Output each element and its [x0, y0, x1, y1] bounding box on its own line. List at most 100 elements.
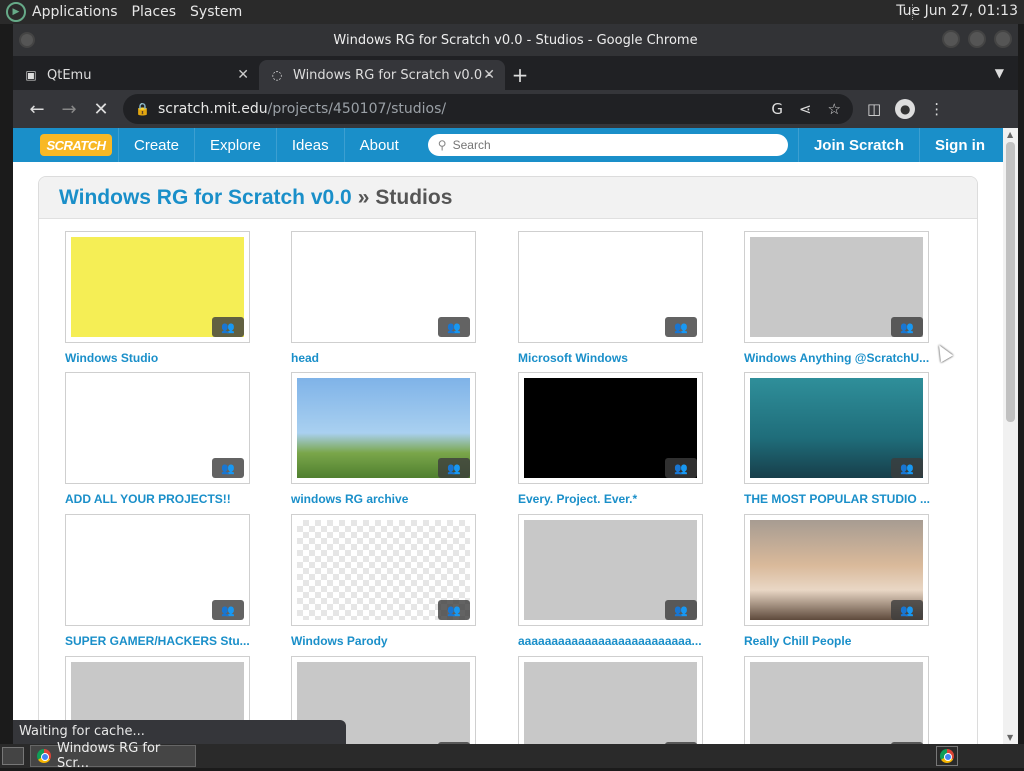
studio-card[interactable]: 👥 Windows Studio — [65, 231, 255, 371]
studio-title[interactable]: Really Chill People — [744, 634, 934, 648]
studio-card[interactable]: 👥 ADD ALL YOUR PROJECTS!! — [65, 372, 255, 512]
search-input[interactable] — [452, 138, 753, 152]
side-panel-icon[interactable]: ◫ — [867, 100, 881, 118]
project-link[interactable]: Windows RG for Scratch v0.0 — [59, 186, 352, 210]
group-icon: 👥 — [438, 600, 470, 620]
minimize-button[interactable] — [942, 30, 960, 48]
monitor-icon: ▣ — [25, 68, 37, 82]
group-icon: 👥 — [212, 600, 244, 620]
group-icon: 👥 — [891, 600, 923, 620]
studio-title[interactable]: Every. Project. Ever.* — [518, 492, 708, 506]
studio-thumbnail[interactable]: 👥 — [744, 656, 929, 744]
studio-thumbnail[interactable]: 👥 — [744, 514, 929, 626]
studio-card[interactable]: 👥 — [518, 656, 708, 744]
window-menu-button[interactable] — [19, 32, 35, 48]
studio-card[interactable]: 👥 windows RG archive — [291, 372, 481, 512]
studio-title[interactable]: Windows Anything @ScratchU... — [744, 351, 934, 365]
stop-loading-icon[interactable]: ✕ — [85, 99, 117, 120]
studio-card[interactable]: 👥 Windows Anything @ScratchU... — [744, 231, 934, 371]
studio-title[interactable]: THE MOST POPULAR STUDIO ... — [744, 492, 934, 506]
new-tab-button[interactable]: + — [505, 60, 535, 90]
window-titlebar[interactable]: Windows RG for Scratch v0.0 - Studios - … — [13, 24, 1018, 56]
tab-scratch-studios[interactable]: ◌ Windows RG for Scratch v0.0 - ✕ — [259, 60, 505, 90]
studio-title[interactable]: Windows Parody — [291, 634, 481, 648]
studio-title[interactable]: ADD ALL YOUR PROJECTS!! — [65, 492, 255, 506]
tab-label: QtEmu — [47, 67, 92, 83]
studio-title[interactable]: Windows Studio — [65, 351, 255, 365]
studio-thumbnail[interactable]: 👥 — [518, 656, 703, 744]
studio-title[interactable]: SUPER GAMER/HACKERS Stu... — [65, 634, 255, 648]
studio-thumbnail[interactable]: 👥 — [291, 514, 476, 626]
search-box[interactable]: ⚲ — [427, 134, 788, 156]
studio-thumbnail[interactable]: 👥 — [65, 514, 250, 626]
scroll-up-icon[interactable]: ▲ — [1007, 130, 1013, 139]
studio-card[interactable]: 👥 head — [291, 231, 481, 371]
studio-thumbnail-image — [524, 662, 697, 744]
tab-search-chevron-icon[interactable]: ▼ — [995, 66, 1004, 80]
tab-close-icon[interactable]: ✕ — [483, 67, 495, 83]
sign-in-button[interactable]: Sign in — [919, 128, 1000, 162]
studio-card[interactable]: 👥 Microsoft Windows — [518, 231, 708, 371]
nav-about[interactable]: About — [343, 128, 414, 162]
studio-thumbnail[interactable]: 👥 — [518, 514, 703, 626]
studio-card[interactable]: 👥 THE MOST POPULAR STUDIO ... — [744, 372, 934, 512]
nav-create[interactable]: Create — [118, 128, 194, 162]
scroll-down-icon[interactable]: ▼ — [1007, 733, 1013, 742]
nav-ideas[interactable]: Ideas — [275, 128, 344, 162]
studio-thumbnail[interactable]: 👥 — [291, 372, 476, 484]
clock[interactable]: Tue Jun 27, 01:13 — [896, 3, 1018, 19]
group-icon: 👥 — [212, 317, 244, 337]
browser-toolbar: ← → ✕ 🔒 scratch.mit.edu /projects/450107… — [13, 90, 1018, 128]
nav-account: Join Scratch Sign in — [797, 128, 1000, 162]
page-title: Windows RG for Scratch v0.0 » Studios — [39, 177, 977, 219]
search-icon: ⚲ — [437, 138, 447, 152]
tray-chrome-icon[interactable] — [936, 746, 958, 766]
menu-system[interactable]: System — [190, 4, 242, 20]
google-lens-icon[interactable]: G — [771, 100, 783, 118]
studio-title[interactable]: Microsoft Windows — [518, 351, 708, 365]
studio-thumbnail[interactable]: 👥 — [65, 372, 250, 484]
studio-thumbnail[interactable]: 👥 — [291, 231, 476, 343]
close-window-button[interactable] — [994, 30, 1012, 48]
bookmark-star-icon[interactable]: ☆ — [828, 100, 841, 118]
studio-title[interactable]: head — [291, 351, 481, 365]
page-content: Windows RG for Scratch v0.0 » Studios 👥 W… — [13, 162, 1003, 744]
studio-card[interactable]: 👥 — [744, 656, 934, 744]
studio-thumbnail[interactable]: 👥 — [65, 231, 250, 343]
studio-card[interactable]: 👥 Every. Project. Ever.* — [518, 372, 708, 512]
address-bar[interactable]: 🔒 scratch.mit.edu /projects/450107/studi… — [123, 94, 853, 124]
tab-qtemu[interactable]: ▣ QtEmu ✕ — [13, 60, 259, 90]
back-arrow-icon[interactable]: ← — [21, 99, 53, 120]
maximize-button[interactable] — [968, 30, 986, 48]
share-icon[interactable]: ⋖ — [799, 100, 812, 118]
nav-explore[interactable]: Explore — [194, 128, 276, 162]
scrollbar-thumb[interactable] — [1006, 142, 1015, 422]
studio-card[interactable]: 👥 SUPER GAMER/HACKERS Stu... — [65, 514, 255, 654]
studio-thumbnail[interactable]: 👥 — [518, 231, 703, 343]
studio-thumbnail[interactable]: 👥 — [518, 372, 703, 484]
kebab-menu-icon[interactable]: ⋮ — [929, 100, 944, 118]
taskbar-task-label: Windows RG for Scr... — [57, 741, 161, 771]
studio-card[interactable]: 👥 Really Chill People — [744, 514, 934, 654]
show-desktop-icon[interactable] — [2, 747, 24, 765]
menu-applications[interactable]: Applications — [32, 4, 118, 20]
taskbar-chrome-window[interactable]: Windows RG for Scr... — [30, 741, 196, 771]
page-scrollbar[interactable]: ▲ ▼ — [1003, 128, 1018, 744]
tab-strip: ▣ QtEmu ✕ ◌ Windows RG for Scratch v0.0 … — [13, 56, 1018, 90]
breadcrumb-separator: » — [357, 185, 370, 209]
join-scratch-button[interactable]: Join Scratch — [797, 128, 919, 162]
menu-places[interactable]: Places — [132, 4, 177, 20]
tab-label: Windows RG for Scratch v0.0 - — [293, 67, 491, 83]
tab-close-icon[interactable]: ✕ — [237, 67, 249, 83]
studio-card[interactable]: 👥 Windows Parody — [291, 514, 481, 654]
forward-arrow-icon[interactable]: → — [53, 99, 85, 120]
studio-thumbnail[interactable]: 👥 — [744, 231, 929, 343]
studio-title[interactable]: windows RG archive — [291, 492, 481, 506]
studio-card[interactable]: 👥 aaaaaaaaaaaaaaaaaaaaaaaaaa... — [518, 514, 708, 654]
studio-thumbnail[interactable]: 👥 — [744, 372, 929, 484]
studio-title[interactable]: aaaaaaaaaaaaaaaaaaaaaaaaaa... — [518, 634, 708, 648]
scratch-logo[interactable]: SCRATCH — [40, 134, 112, 156]
lock-icon[interactable]: 🔒 — [135, 102, 150, 116]
profile-avatar-icon[interactable]: ● — [895, 99, 916, 119]
distro-logo-icon[interactable]: ▶ — [6, 2, 26, 22]
